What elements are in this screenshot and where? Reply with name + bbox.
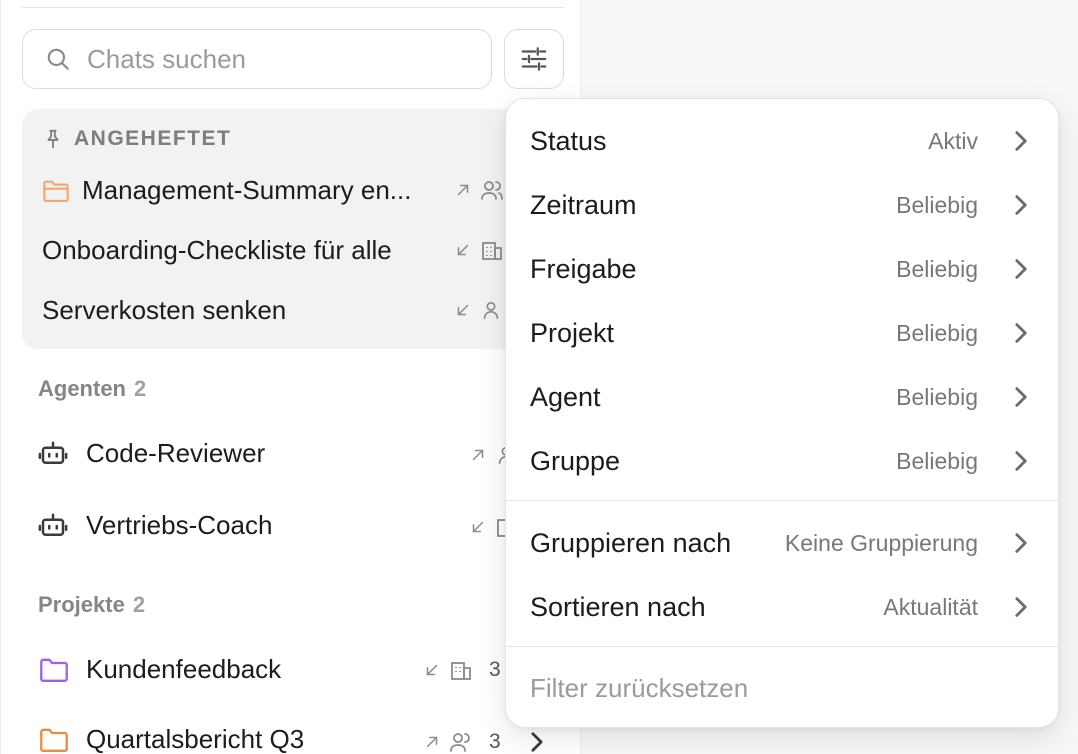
folder-icon bbox=[40, 658, 68, 682]
pinned-chat-meta bbox=[454, 299, 502, 321]
chevron-right-icon[interactable] bbox=[529, 731, 545, 753]
chat-sidebar: ANGEHEFTET Management-Summary en... Onbo… bbox=[0, 0, 581, 754]
pinned-chat-item[interactable]: Serverkosten senken bbox=[42, 295, 286, 326]
bot-icon bbox=[38, 441, 68, 464]
pin-icon bbox=[47, 129, 59, 149]
filter-status[interactable]: Status Aktiv bbox=[506, 113, 1058, 169]
chevron-right-icon bbox=[1015, 387, 1027, 407]
arrow-down-left-icon bbox=[426, 664, 438, 676]
pinned-chat-item[interactable]: Onboarding-Checkliste für alle bbox=[42, 235, 392, 266]
projects-section-title: Projekte 2 bbox=[38, 592, 146, 617]
pinned-chat-meta bbox=[454, 239, 504, 261]
search-icon bbox=[47, 48, 69, 70]
filter-projekt[interactable]: Projekt Beliebig bbox=[506, 305, 1058, 361]
arrow-down-left-icon bbox=[472, 521, 484, 533]
menu-divider bbox=[506, 646, 1058, 647]
pinned-chat-item[interactable]: Management-Summary en... bbox=[42, 175, 411, 206]
project-meta: 3 bbox=[423, 730, 545, 754]
folder-icon bbox=[40, 728, 68, 752]
agent-label: Code-Reviewer bbox=[86, 438, 266, 468]
chevron-right-icon bbox=[1015, 195, 1027, 215]
filter-gruppe[interactable]: Gruppe Beliebig bbox=[506, 433, 1058, 489]
pinned-chat-label: Serverkosten senken bbox=[42, 295, 287, 325]
filter-button[interactable] bbox=[504, 29, 564, 89]
agents-section-title: Agenten 2 bbox=[38, 376, 147, 401]
projects-count: 2 bbox=[132, 592, 146, 617]
group-by-option[interactable]: Gruppieren nach Keine Gruppierung bbox=[506, 515, 1058, 571]
arrow-up-right-icon bbox=[472, 449, 484, 461]
agent-label: Vertriebs-Coach bbox=[86, 510, 273, 540]
user-icon bbox=[483, 301, 499, 320]
filter-popover: Status Aktiv Zeitraum Beliebig Freigabe … bbox=[505, 98, 1059, 728]
building-icon bbox=[482, 242, 502, 260]
chevron-right-icon bbox=[1015, 323, 1027, 343]
arrow-up-right-icon bbox=[426, 736, 438, 748]
sort-by-option[interactable]: Sortieren nach Aktualität bbox=[506, 579, 1058, 635]
agent-item[interactable]: Code-Reviewer bbox=[38, 438, 265, 469]
users-icon bbox=[450, 733, 470, 752]
building-icon bbox=[451, 662, 471, 680]
folder-icon bbox=[43, 180, 69, 202]
pinned-header: ANGEHEFTET bbox=[42, 127, 231, 151]
filter-zeitraum[interactable]: Zeitraum Beliebig bbox=[506, 177, 1058, 233]
reset-filters-button[interactable]: Filter zurücksetzen bbox=[530, 673, 748, 704]
chevron-right-icon bbox=[1015, 131, 1027, 151]
pinned-chat-meta bbox=[454, 179, 504, 201]
divider bbox=[22, 7, 564, 8]
chevron-right-icon bbox=[1015, 597, 1027, 617]
project-chat-count: 3 bbox=[489, 730, 501, 753]
users-icon bbox=[481, 181, 503, 200]
filter-freigabe[interactable]: Freigabe Beliebig bbox=[506, 241, 1058, 297]
chevron-right-icon bbox=[1015, 259, 1027, 279]
search-input[interactable] bbox=[87, 43, 467, 75]
pinned-chat-label: Management-Summary en... bbox=[82, 175, 412, 205]
sliders-icon bbox=[521, 47, 547, 71]
chevron-right-icon bbox=[1015, 451, 1027, 471]
menu-divider bbox=[506, 500, 1058, 501]
chevron-right-icon bbox=[1015, 533, 1027, 553]
agent-item[interactable]: Vertriebs-Coach bbox=[38, 510, 272, 541]
pinned-chat-label: Onboarding-Checkliste für alle bbox=[42, 235, 392, 265]
arrow-up-right-icon bbox=[457, 184, 469, 196]
project-meta: 3 bbox=[423, 658, 501, 682]
project-item[interactable]: Kundenfeedback bbox=[38, 654, 281, 685]
arrow-down-left-icon bbox=[457, 304, 469, 316]
agents-count: 2 bbox=[134, 376, 147, 401]
search-box[interactable] bbox=[22, 29, 492, 89]
pinned-section: ANGEHEFTET Management-Summary en... Onbo… bbox=[22, 109, 580, 349]
project-label: Quartalsbericht Q3 bbox=[86, 724, 305, 754]
bot-icon bbox=[38, 513, 68, 536]
project-chat-count: 3 bbox=[489, 658, 501, 681]
project-label: Kundenfeedback bbox=[86, 654, 282, 684]
project-item[interactable]: Quartalsbericht Q3 bbox=[38, 724, 304, 754]
arrow-down-left-icon bbox=[457, 244, 469, 256]
filter-agent[interactable]: Agent Beliebig bbox=[506, 369, 1058, 425]
